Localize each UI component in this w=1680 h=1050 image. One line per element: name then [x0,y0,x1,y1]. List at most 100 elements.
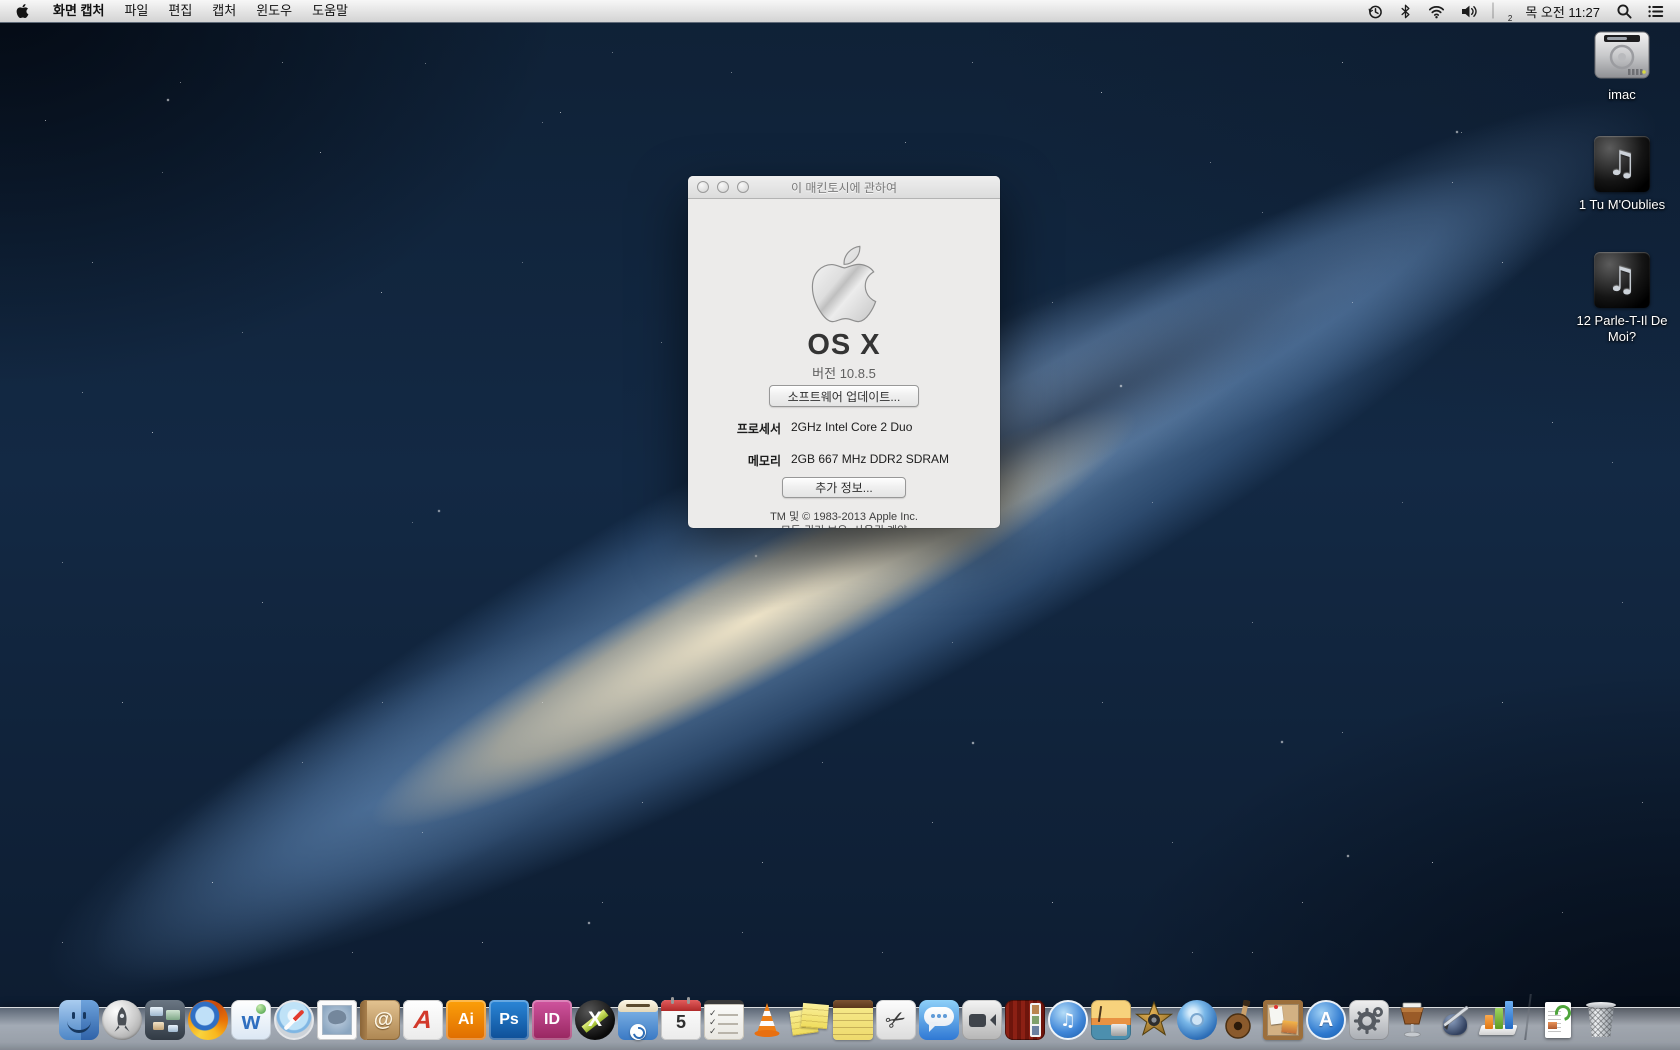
traffic-lights [697,181,749,193]
os-name: OS X [688,329,1000,362]
desktop-icon-audio-2[interactable]: ♫ 12 Parle-T-Il De Moi? [1564,252,1680,346]
menu-item-file[interactable]: 파일 [114,0,158,22]
dock-app-store-icon[interactable]: A [1306,1000,1346,1040]
music-file-icon: ♫ [1594,252,1650,308]
dock-reminders-icon[interactable]: ✓ ✓ ✓ [704,1000,744,1040]
dock-divider [1524,994,1532,1040]
dock-facetime-icon[interactable] [962,1000,1002,1040]
processor-value: 2GHz Intel Core 2 Duo [791,420,1000,437]
dock-pages-icon[interactable] [1435,1000,1475,1040]
id-letters: ID [544,1011,560,1029]
music-note-glyph: ♫ [1607,144,1637,184]
dock-idvd-icon[interactable] [1177,1000,1217,1040]
dock-document-icon[interactable] [1538,1000,1578,1040]
processor-row: 프로세서 2GHz Intel Core 2 Duo [688,420,1000,437]
music-file-icon: ♫ [1594,136,1650,192]
menu-item-help[interactable]: 도움말 [302,0,358,22]
dock-quarkxpress-icon[interactable]: X [575,1000,615,1040]
close-button[interactable] [697,181,709,193]
about-window-body: OS X 버전 10.8.5 소프트웨어 업데이트... 프로세서 2GHz I… [688,199,1000,528]
desktop-icon-imac[interactable]: imac [1564,30,1680,103]
desktop-icon-label: imac [1608,87,1635,103]
camera-icon [1111,1024,1127,1036]
dock-garageband-icon[interactable] [1220,1000,1260,1040]
desktop-icon-audio-1[interactable]: ♫ 1 Tu M'Oublies [1564,136,1680,213]
spotlight-icon[interactable] [1609,0,1640,22]
photo-strip [1030,1003,1041,1037]
wire-mesh-basket [1588,1005,1614,1037]
dock-photo-booth-icon[interactable] [1005,1000,1045,1040]
dock-stickies-icon[interactable] [790,1000,830,1040]
music-note-glyph: ♫ [1607,260,1637,300]
quark-x: X [575,1000,615,1040]
menu-item-edit[interactable]: 편집 [158,0,202,22]
flame-swirl [630,1024,646,1040]
more-info-button[interactable]: 추가 정보... [782,477,906,498]
acrobat-a: A [402,1000,445,1040]
about-this-mac-window: 이 매킨토시에 관하여 OS X 버전 10.8.5 소프트웨어 업데이 [688,176,1000,528]
music-note-glyph: ♫ [1050,1002,1086,1038]
menu-bar-left: 화면 캡처 파일 편집 캡처 윈도우 도움말 [0,0,358,22]
spec-rows: 프로세서 2GHz Intel Core 2 Duo 메모리 2GB 667 M… [688,420,1000,484]
menu-bar-clock[interactable]: 목 오전 11:27 [1516,2,1609,21]
dock-firefox-icon[interactable] [188,1000,228,1040]
software-update-button[interactable]: 소프트웨어 업데이트... [769,385,919,407]
memory-value: 2GB 667 MHz DDR2 SDRAM [791,452,1000,469]
dock-system-preferences-icon[interactable] [1349,1000,1389,1040]
scissors-icon: ✂ [869,993,924,1048]
dock-vlc-icon[interactable] [747,1000,787,1040]
app-store-a: A [1308,1002,1344,1038]
dock-keynote-icon[interactable] [1392,1000,1432,1040]
time-machine-icon[interactable] [1360,0,1391,22]
menu-item-app[interactable]: 화면 캡처 [43,0,114,22]
window-titlebar[interactable]: 이 매킨토시에 관하여 [688,176,1000,199]
dock-iphoto-icon[interactable] [1091,1000,1131,1040]
menu-bar: 화면 캡처 파일 편집 캡처 윈도우 도움말 [0,0,1680,23]
dock-address-book-icon[interactable]: @ [360,1000,400,1040]
globe-icon [256,1004,266,1014]
dock-calendar-icon[interactable]: 5 [661,1000,701,1040]
dock-trash-icon[interactable] [1581,1000,1621,1040]
wifi-icon[interactable] [1420,0,1453,22]
dock-corkboard-app-icon[interactable] [1263,1000,1303,1040]
dock-toast-icon[interactable] [618,1000,658,1040]
memory-row: 메모리 2GB 667 MHz DDR2 SDRAM [688,452,1000,469]
dock-acrobat-icon[interactable]: A [403,1000,443,1040]
apple-menu-icon[interactable] [0,0,43,22]
bluetooth-icon[interactable] [1391,0,1420,22]
dock-indesign-icon[interactable]: ID [532,1000,572,1040]
dock-w-writer-icon[interactable]: w [231,1000,271,1040]
dock-finder-icon[interactable] [59,1000,99,1040]
palm-tree [1098,1006,1102,1022]
notification-center-icon[interactable] [1640,0,1672,22]
input-source-badge: 2 [1508,14,1512,23]
calendar-day: 5 [661,1012,701,1033]
dock-mission-control-icon[interactable] [145,1000,185,1040]
ps-letters: Ps [499,1011,519,1029]
dock-notepad-icon[interactable] [833,1000,873,1040]
volume-icon[interactable] [1453,0,1485,22]
minimize-button[interactable] [717,181,729,193]
dock-imovie-icon[interactable] [1134,1000,1174,1040]
dock-launchpad-icon[interactable] [102,1000,142,1040]
menu-item-window[interactable]: 윈도우 [246,0,302,22]
dock-grab-icon[interactable]: ✂ [876,1000,916,1040]
apple-logo [811,241,877,332]
speech-bubble [924,1007,954,1026]
dock-safari-icon[interactable] [274,1000,314,1040]
os-version: 버전 10.8.5 [688,363,1000,382]
zoom-button[interactable] [737,181,749,193]
dock-illustrator-icon[interactable]: Ai [446,1000,486,1040]
dock: w @ A Ai Ps ID X [0,976,1680,1050]
dock-mail-icon[interactable] [317,1000,357,1040]
dock-numbers-icon[interactable] [1478,1000,1518,1040]
menu-item-capture[interactable]: 캡처 [202,0,246,22]
input-source-flag-icon[interactable]: 2 [1485,0,1516,22]
desktop: 화면 캡처 파일 편집 캡처 윈도우 도움말 [0,0,1680,1050]
processor-label: 프로세서 [688,420,781,437]
dock-messages-icon[interactable] [919,1000,959,1040]
dock-itunes-icon[interactable]: ♫ [1048,1000,1088,1040]
dock-photoshop-icon[interactable]: Ps [489,1000,529,1040]
hard-drive-icon [1592,30,1652,82]
desktop-icon-label: 12 Parle-T-Il De Moi? [1566,313,1678,346]
